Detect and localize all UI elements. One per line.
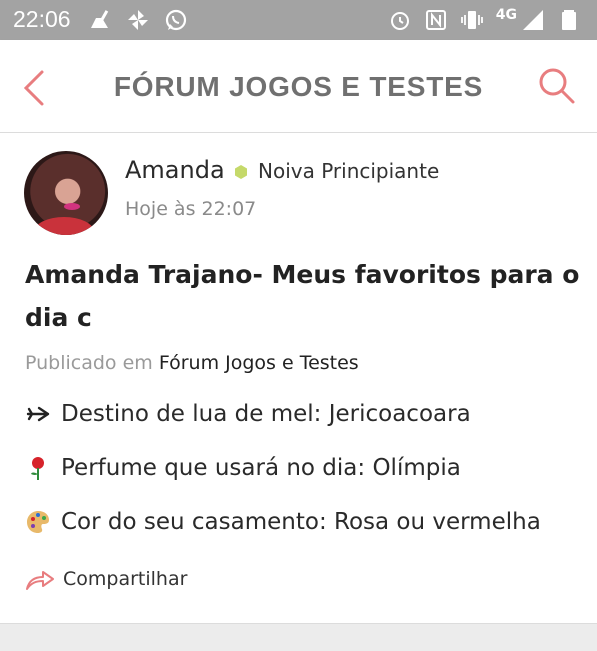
palette-icon: [27, 511, 49, 533]
whatsapp-icon: [165, 9, 187, 31]
status-time: 22:06: [13, 6, 71, 32]
pinwheel-icon: [128, 10, 148, 30]
post-title: Amanda Trajano- Meus favoritos para o di…: [25, 260, 580, 332]
published-in: Publicado em Fórum Jogos e Testes: [25, 352, 359, 374]
forum-link[interactable]: Fórum Jogos e Testes: [159, 352, 359, 374]
nfc-icon: [425, 10, 446, 30]
alarm-icon: [390, 12, 409, 30]
author-rank: Noiva Principiante: [258, 159, 440, 183]
share-button[interactable]: Compartilhar: [25, 567, 187, 591]
cleaner-icon: [91, 10, 109, 28]
app-bar: FÓRUM JOGOS E TESTES: [0, 40, 597, 133]
next-post-divider: [0, 623, 597, 651]
airplane-icon: [26, 406, 50, 422]
search-icon[interactable]: [537, 66, 577, 106]
published-prefix: Publicado em: [25, 352, 153, 374]
post-line: Destino de lua de mel: Jericoacoara: [25, 401, 471, 427]
signal-icon: [523, 10, 543, 30]
share-icon: [26, 571, 54, 590]
post-timestamp: Hoje às 22:07: [125, 198, 257, 220]
network-type: 4G: [495, 7, 517, 23]
status-bar: 22:06 4G: [0, 0, 597, 40]
vibrate-icon: [460, 11, 483, 29]
avatar[interactable]: [24, 151, 108, 235]
post-line: Perfume que usará no dia: Olímpia: [25, 455, 461, 481]
rose-icon: [31, 457, 44, 480]
post-line: Cor do seu casamento: Rosa ou vermelha: [25, 509, 541, 535]
share-label: Compartilhar: [63, 568, 188, 590]
rank-badge-icon: [235, 165, 247, 179]
post-line-text: Perfume que usará no dia: Olímpia: [61, 455, 461, 481]
author-name[interactable]: Amanda: [125, 156, 225, 184]
post-line-text: Cor do seu casamento: Rosa ou vermelha: [61, 509, 541, 535]
page-title: FÓRUM JOGOS E TESTES: [113, 71, 484, 102]
forum-post: Amanda Noiva Principiante Hoje às 22:07 …: [0, 133, 597, 623]
battery-icon: [562, 10, 576, 30]
post-line-text: Destino de lua de mel: Jericoacoara: [61, 401, 471, 427]
